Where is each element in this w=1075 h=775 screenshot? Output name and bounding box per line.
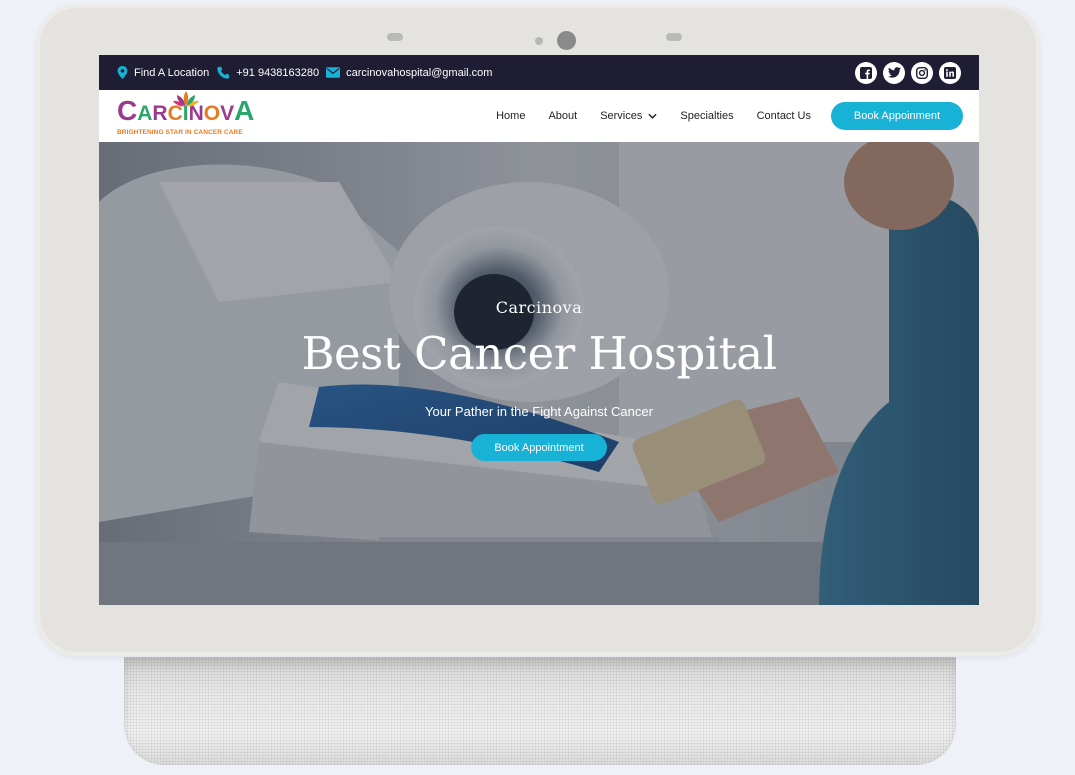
top-info-bar: Find A Location +91 9438163280 carcinova… [99,55,979,90]
email-address: carcinovahospital@gmail.com [346,66,493,79]
nav-about[interactable]: About [548,110,577,122]
phone-link[interactable]: +91 9438163280 [216,66,319,80]
book-appointment-nav-button[interactable]: Book Appoinment [831,102,963,130]
envelope-icon [326,67,341,78]
logo-tagline: BRIGHTENING STAR IN CANCER CARE [117,128,243,136]
chevron-down-icon [648,113,657,119]
hero-kicker: Carcinova [495,298,583,317]
facebook-icon[interactable] [855,61,877,84]
location-pin-icon [117,66,128,79]
email-link[interactable]: carcinovahospital@gmail.com [326,67,492,79]
carcinova-logo[interactable]: CARCINOVA BRIGHTENING STAR IN CANCER CAR… [117,90,254,136]
find-location-link[interactable]: Find A Location [117,66,209,79]
twitter-icon[interactable] [883,61,905,84]
nav-home[interactable]: Home [496,110,525,122]
hero-subtitle: Your Pather in the Fight Against Cancer [425,404,653,419]
speaker-slot-right [666,33,682,41]
instagram-icon[interactable] [911,61,933,84]
fabric-speaker-stand [124,657,956,765]
speaker-slot-left [387,33,403,41]
find-location-label: Find A Location [134,66,210,79]
hero-title: Best Cancer Hospital [301,327,777,380]
phone-icon [217,66,230,79]
nav-services[interactable]: Services [600,110,657,122]
website-screen: Find A Location +91 9438163280 carcinova… [99,55,979,605]
linkedin-icon[interactable] [939,61,961,84]
phone-number: +91 9438163280 [236,66,320,79]
book-appointment-hero-button[interactable]: Book Appointment [471,434,607,461]
nav-specialties[interactable]: Specialties [680,110,733,122]
camera-lens [557,31,576,50]
hero-content: Carcinova Best Cancer Hospital Your Path… [99,298,979,461]
hero-section: Carcinova Best Cancer Hospital Your Path… [99,142,979,605]
main-menu: Home About Services Specialties Contact … [473,102,963,130]
lotus-flower-icon [173,90,199,106]
main-navbar: CARCINOVA BRIGHTENING STAR IN CANCER CAR… [99,90,979,142]
social-links [849,61,961,84]
sensor-dot [535,37,543,45]
nav-contact-us[interactable]: Contact Us [757,110,811,122]
